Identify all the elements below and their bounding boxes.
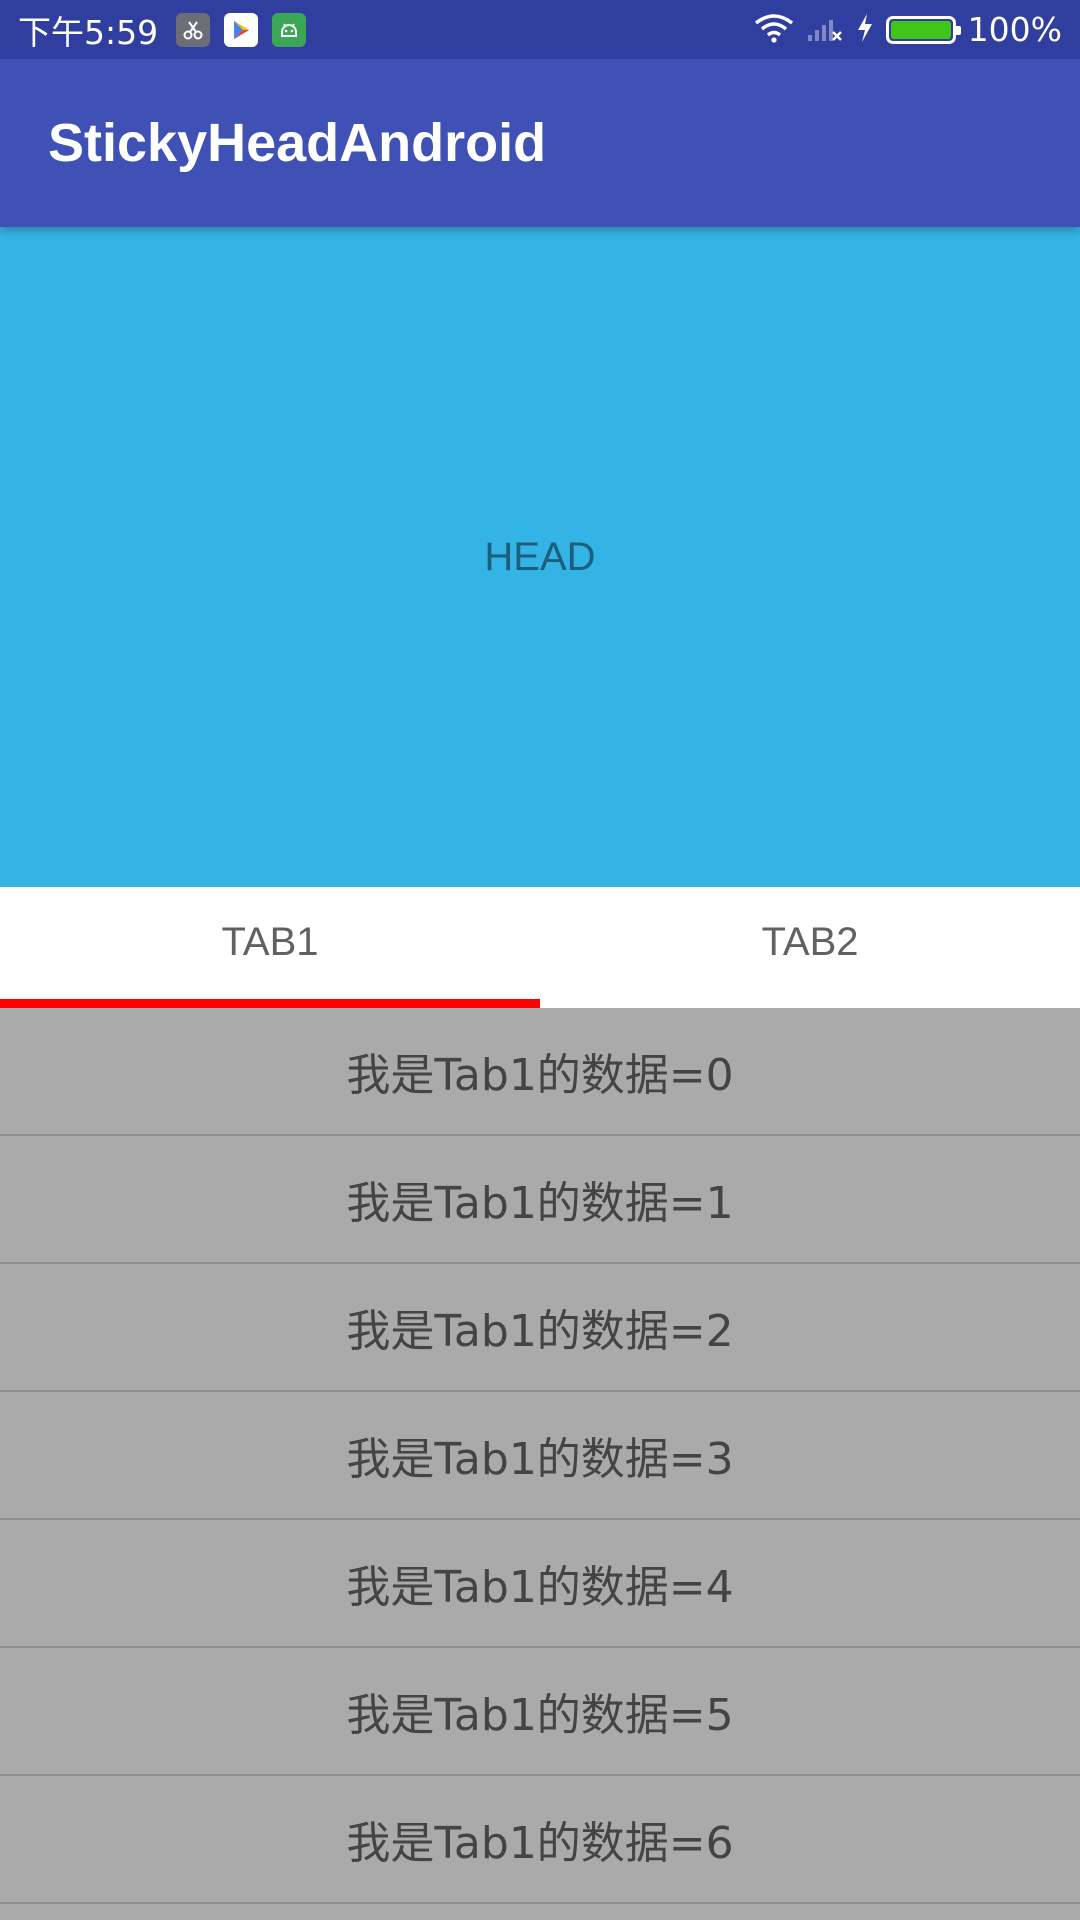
battery-percent: 100% [967,10,1062,49]
status-time: 下午5:59 [18,12,159,52]
battery-fill [890,20,951,39]
list-item[interactable]: 我是Tab1的数据=4 [0,1520,1080,1648]
status-right-group: 100% [742,10,1062,49]
head-label: HEAD [484,534,596,579]
tab-1-label: TAB1 [221,920,319,964]
tab-indicator [0,999,540,1008]
head-section: HEAD [0,227,1080,887]
charging-icon [856,13,874,47]
tab-bar: TAB1 TAB2 [0,887,1080,1008]
list-item[interactable]: 我是Tab1的数据=2 [0,1264,1080,1392]
wifi-icon [754,13,794,47]
tab-1[interactable]: TAB1 [0,887,540,1008]
battery-icon [885,15,961,44]
app-title: StickyHeadAndroid [48,113,547,173]
scissors-icon [176,12,211,47]
list-item-label: 我是Tab1的数据=5 [346,1690,734,1741]
list-item[interactable]: 我是Tab1的数据=5 [0,1648,1080,1776]
list-item[interactable]: 我是Tab1的数据=0 [0,1008,1080,1136]
app-bar: StickyHeadAndroid [0,59,1080,227]
list-item-label: 我是Tab1的数据=1 [346,1178,734,1229]
android-icon [272,12,307,47]
list-item[interactable]: 我是Tab1的数据=1 [0,1136,1080,1264]
list-item-label: 我是Tab1的数据=4 [346,1562,734,1613]
list-item-label: 我是Tab1的数据=3 [346,1434,734,1485]
list-item-label: 我是Tab1的数据=6 [346,1818,734,1869]
list-item[interactable]: 我是Tab1的数据=6 [0,1776,1080,1904]
list-item-label: 我是Tab1的数据=0 [346,1050,734,1101]
list-item-label: 我是Tab1的数据=2 [346,1306,734,1357]
play-store-icon [224,12,259,47]
status-bar: 下午5:59 100% [0,0,1080,59]
tab1-list[interactable]: 我是Tab1的数据=0 我是Tab1的数据=1 我是Tab1的数据=2 我是Ta… [0,1008,1080,1904]
tab-2[interactable]: TAB2 [540,887,1080,1008]
tab-2-label: TAB2 [761,920,859,964]
list-item[interactable]: 我是Tab1的数据=3 [0,1392,1080,1520]
no-signal-icon [806,13,844,47]
